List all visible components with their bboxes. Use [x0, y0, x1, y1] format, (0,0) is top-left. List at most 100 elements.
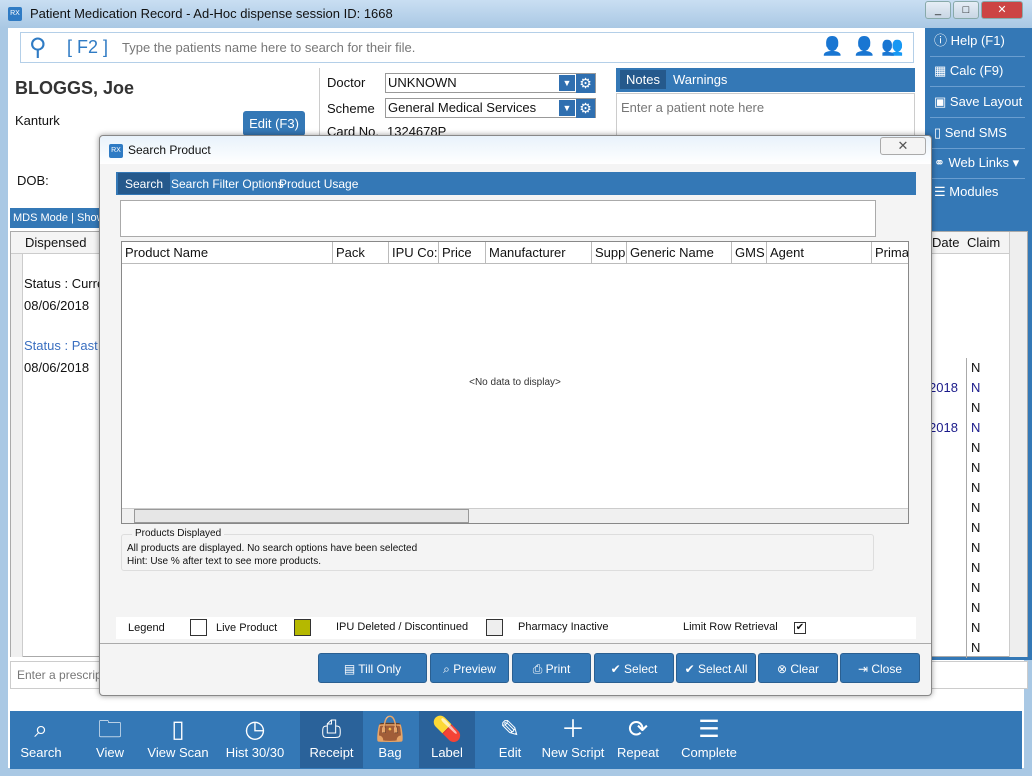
sidebar-label: Modules — [949, 184, 999, 199]
select-button[interactable]: ✔ Select — [594, 653, 674, 683]
toolbar-repeat[interactable]: ⟳ Repeat — [610, 715, 666, 760]
legend-deleted: IPU Deleted / Discontinued — [336, 621, 469, 633]
scrollbar-thumb[interactable] — [134, 509, 469, 523]
till-only-button[interactable]: ▤ Till Only — [318, 653, 427, 683]
tab-notes[interactable]: Notes — [620, 70, 666, 89]
toolbar-label: Edit — [498, 745, 522, 760]
patient-search-icon[interactable]: 👤 — [821, 36, 843, 57]
col-gms[interactable]: GMS — [732, 242, 767, 264]
sidebar-item-save-layout[interactable]: ▣ Save Layout — [930, 89, 1025, 118]
folder-search-icon: 🗀 — [98, 716, 122, 743]
edit-patient-button[interactable]: Edit (F3) — [243, 111, 305, 136]
tab-search-filter-options[interactable]: Search Filter Options — [171, 177, 284, 191]
sidebar-item-calc[interactable]: ▦ Calc (F9) — [930, 58, 1025, 87]
claim-cell: N — [971, 620, 981, 635]
preview-button[interactable]: ⌕ Preview — [430, 653, 509, 683]
chevron-down-icon[interactable]: ▼ — [559, 75, 575, 91]
link-icon: ⚭ — [934, 155, 949, 170]
col-price[interactable]: Price — [439, 242, 486, 264]
button-label: Print — [545, 662, 571, 676]
toolbar-view-scan[interactable]: ▯ View Scan — [143, 715, 213, 760]
gear-icon[interactable]: ⚙ — [576, 99, 595, 118]
toolbar-new-script[interactable]: ＋ New Script — [538, 715, 608, 760]
check-icon: ✔ — [610, 662, 625, 676]
scheme-label: Scheme — [327, 101, 375, 116]
product-search-input[interactable] — [120, 200, 876, 237]
chevron-down-icon[interactable]: ▼ — [559, 100, 575, 116]
toolbar-label: Bag — [378, 745, 402, 760]
col-dispensed[interactable]: Dispensed — [25, 235, 86, 250]
tab-product-usage[interactable]: Product Usage — [279, 177, 358, 191]
limit-row-checkbox[interactable]: ✔ — [794, 622, 806, 634]
toolbar-label-button[interactable]: 💊 Label — [419, 711, 475, 768]
col-generic-name[interactable]: Generic Name — [627, 242, 732, 264]
sms-icon: ▯ — [934, 125, 945, 140]
col-pack[interactable]: Pack — [333, 242, 389, 264]
doctor-value: UNKNOWN — [388, 75, 457, 90]
toolbar-label: View — [96, 745, 124, 760]
toolbar-hist[interactable]: ◷ Hist 30/30 — [220, 715, 290, 760]
tab-search[interactable]: Search — [118, 173, 171, 194]
toolbar-bag[interactable]: 👜 Bag — [365, 715, 415, 760]
product-grid-header: Product Name Pack IPU Co: Price Manufact… — [122, 242, 908, 264]
maximize-button[interactable]: □ — [953, 1, 979, 19]
col-date[interactable]: Date — [932, 235, 959, 250]
claim-cell: N — [971, 520, 981, 535]
horizontal-scrollbar[interactable] — [122, 508, 908, 523]
patient-search-input[interactable]: Type the patients name here to search fo… — [122, 40, 415, 55]
patient-search-bar[interactable]: ⚲ [ F2 ] Type the patients name here to … — [20, 32, 914, 63]
limit-row-label: Limit Row Retrieval — [683, 621, 778, 633]
col-agent[interactable]: Agent — [767, 242, 872, 264]
modules-icon: ☰ — [934, 184, 950, 199]
claim-cell: N — [971, 460, 981, 475]
doctor-select[interactable]: UNKNOWN ▼ ⚙ — [385, 73, 596, 93]
sidebar-item-help[interactable]: ⓘ Help (F1) — [930, 28, 1025, 57]
pill-icon: 💊 — [432, 716, 462, 743]
close-icon[interactable]: ✕ — [880, 137, 926, 155]
search-icon: ⌕ — [34, 716, 48, 743]
col-supplier[interactable]: Supp — [592, 242, 627, 264]
sidebar-item-web-links[interactable]: ⚭ Web Links ▾ — [930, 150, 1025, 179]
inactive-swatch — [486, 619, 503, 636]
dialog-title: Search Product — [128, 143, 211, 157]
patients-group-icon[interactable]: 👥 — [881, 36, 903, 57]
gear-icon[interactable]: ⚙ — [576, 74, 595, 93]
search-icon: ⚲ — [29, 34, 47, 61]
col-manufacturer[interactable]: Manufacturer — [486, 242, 592, 264]
toolbar-complete[interactable]: ☰ Complete — [674, 715, 744, 760]
close-window-button[interactable]: ✕ — [981, 1, 1023, 19]
mds-mode-button[interactable]: MDS Mode — [13, 212, 68, 224]
claim-cell: N — [971, 640, 981, 655]
col-ipu-code[interactable]: IPU Co: — [389, 242, 439, 264]
tab-warnings[interactable]: Warnings — [673, 72, 727, 87]
patient-address: Kanturk — [15, 113, 60, 128]
button-label: Preview — [453, 662, 496, 676]
grid-scrollbar[interactable] — [1009, 232, 1027, 657]
toolbar-view[interactable]: 🗀 View — [85, 715, 135, 760]
claim-cell: N — [971, 480, 981, 495]
sidebar-label: Web Links ▾ — [948, 155, 1020, 170]
window-title: Patient Medication Record - Ad-Hoc dispe… — [30, 6, 393, 21]
print-button[interactable]: ⎙ Print — [512, 653, 591, 683]
col-claim[interactable]: Claim — [967, 235, 1000, 250]
toolbar-receipt[interactable]: ⎙ Receipt — [300, 711, 363, 768]
col-primary[interactable]: Prima — [872, 242, 908, 264]
patient-name: BLOGGS, Joe — [15, 78, 135, 98]
double-check-icon: ✔ — [684, 662, 699, 676]
dialog-tabs: Search Search Filter Options Product Usa… — [116, 172, 916, 195]
toolbar-edit[interactable]: ✎ Edit — [490, 715, 530, 760]
toolbar-search[interactable]: ⌕ Search — [10, 715, 72, 760]
toolbar-label: Repeat — [617, 745, 659, 760]
database-check-icon: ☰ — [698, 716, 720, 743]
toolbar-label: View Scan — [147, 745, 209, 760]
col-product-name[interactable]: Product Name — [122, 242, 333, 264]
close-button[interactable]: ⇥ Close — [840, 653, 920, 683]
clear-button[interactable]: ⊗ Clear — [758, 653, 838, 683]
scheme-select[interactable]: General Medical Services ▼ ⚙ — [385, 98, 596, 118]
select-all-button[interactable]: ✔ Select All — [676, 653, 756, 683]
sidebar-item-send-sms[interactable]: ▯ Send SMS — [930, 120, 1025, 149]
minimize-button[interactable]: _ — [925, 1, 951, 19]
sidebar-item-modules[interactable]: ☰ Modules — [930, 179, 1025, 208]
add-patient-icon[interactable]: 👤 — [853, 36, 875, 57]
sidebar-label: Save Layout — [949, 94, 1023, 109]
